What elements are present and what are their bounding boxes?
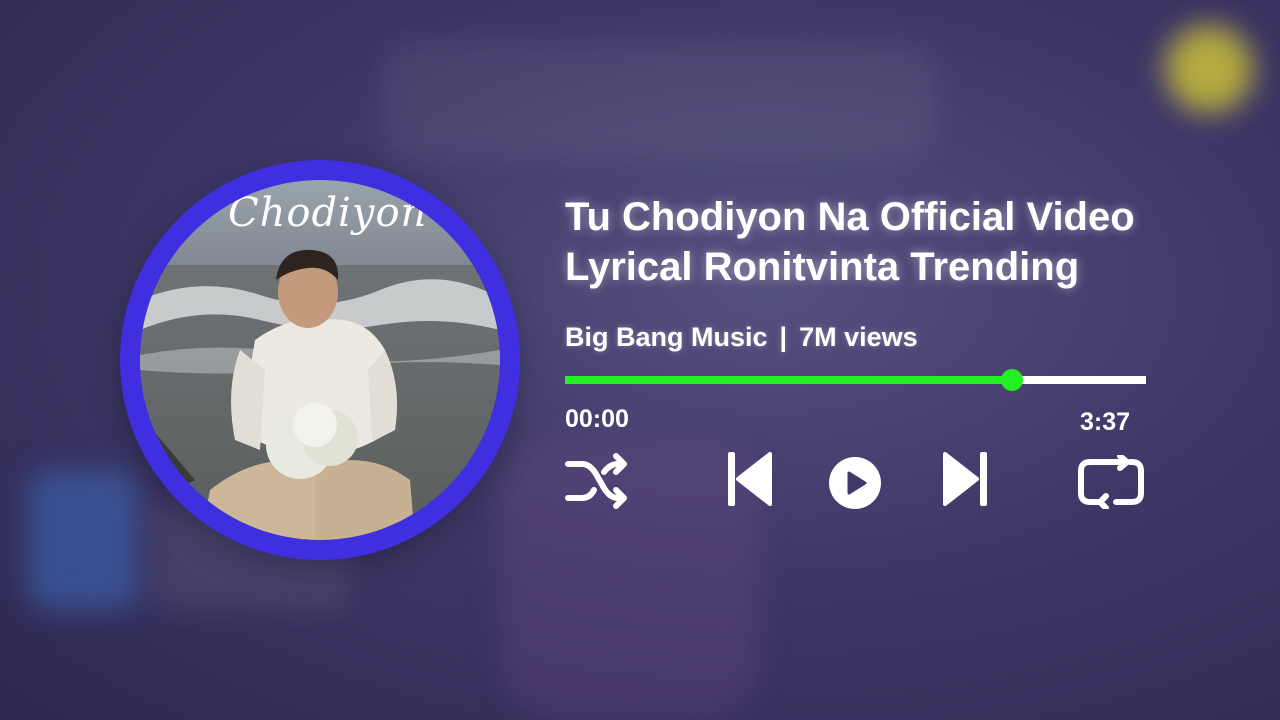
background-blur-shape — [28, 470, 138, 610]
next-button[interactable] — [941, 450, 989, 508]
track-title-line: Tu Chodiyon Na Official Video — [565, 195, 1135, 239]
previous-icon — [728, 452, 772, 506]
track-meta: Big Bang Music | 7M views — [565, 322, 918, 353]
track-title: Tu Chodiyon Na Official Video Lyrical Ro… — [565, 192, 1265, 292]
channel-name[interactable]: Big Bang Music — [565, 322, 768, 352]
next-icon — [943, 452, 987, 506]
progress-fill — [565, 376, 1013, 384]
total-time: 3:37 — [1080, 408, 1131, 436]
play-icon — [829, 457, 881, 509]
track-title-line: Lyrical Ronitvinta Trending — [565, 245, 1080, 289]
album-art: Chodiyon N — [140, 180, 500, 540]
shuffle-icon — [565, 453, 627, 509]
view-count: 7M views — [799, 322, 918, 352]
album-art-script-text: Chodiyon N — [228, 190, 478, 236]
repeat-button[interactable] — [1076, 455, 1146, 509]
background-blur-shape — [380, 40, 940, 160]
repeat-icon — [1078, 455, 1144, 509]
progress-bar[interactable] — [565, 369, 1146, 391]
previous-button[interactable] — [726, 450, 774, 508]
shuffle-button[interactable] — [564, 450, 632, 512]
play-button[interactable] — [828, 456, 882, 510]
background-blur-shape — [1165, 25, 1253, 113]
meta-separator: | — [779, 322, 788, 352]
current-time: 00:00 — [565, 405, 629, 433]
